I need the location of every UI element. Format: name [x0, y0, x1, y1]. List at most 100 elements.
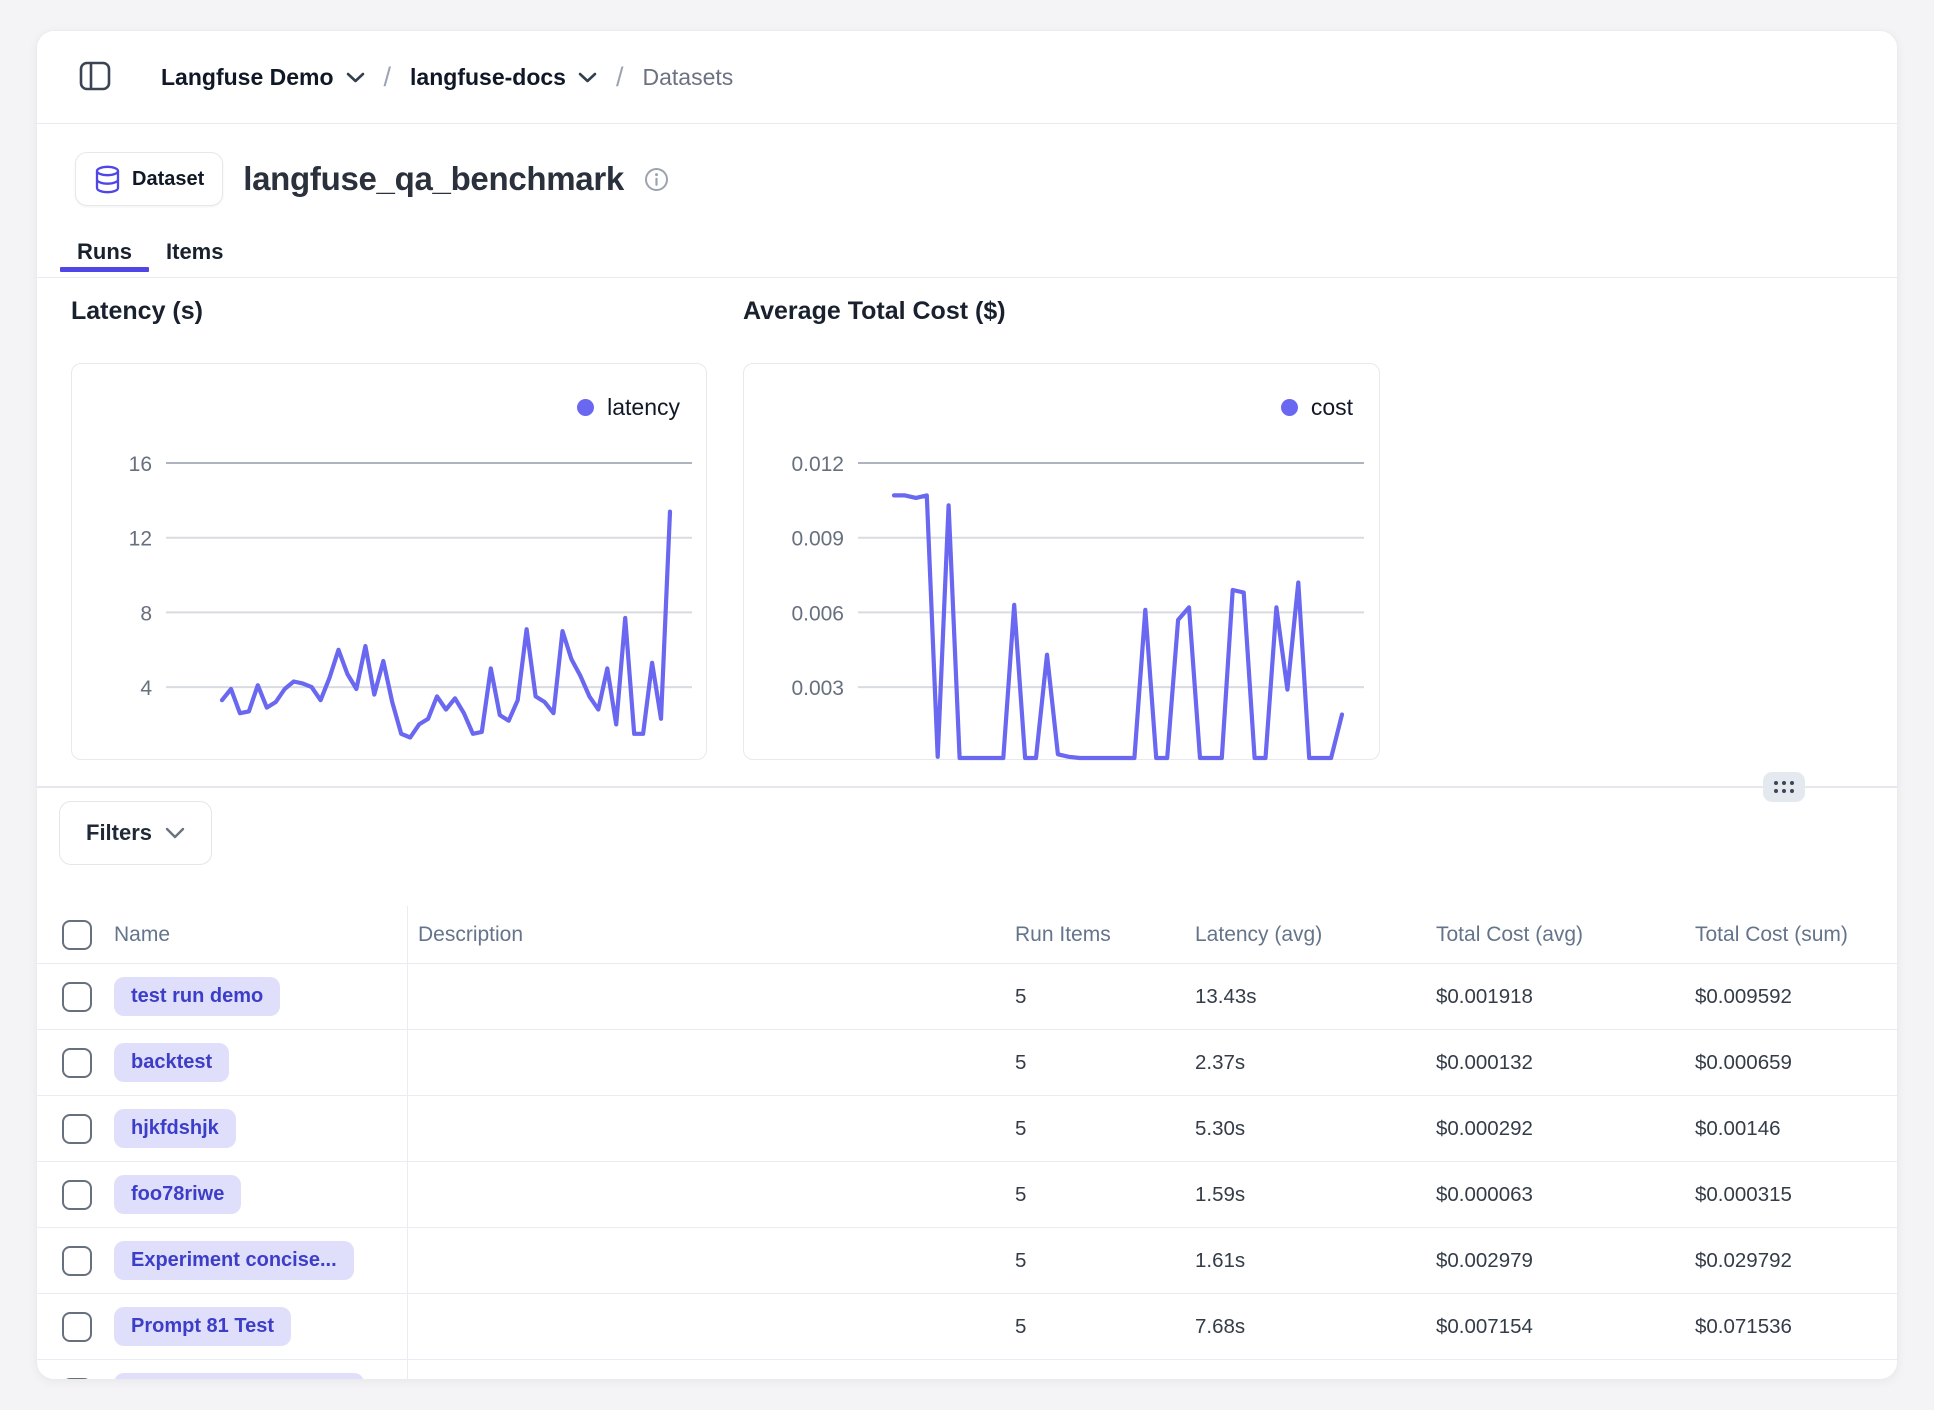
legend-label: latency	[607, 394, 680, 421]
select-all-checkbox[interactable]	[62, 920, 92, 950]
latency-avg-cell: 5.30s	[1195, 1117, 1436, 1141]
tab-runs[interactable]: Runs	[60, 227, 149, 277]
total-cost-avg-cell: $0.002979	[1436, 1249, 1695, 1273]
run-items-cell: 5	[1015, 1315, 1195, 1339]
tabs-divider	[37, 277, 1897, 278]
table-row[interactable]	[37, 1360, 1897, 1380]
tab-bar: Runs Items	[60, 227, 240, 277]
latency-avg-cell: 1.59s	[1195, 1183, 1436, 1207]
dataset-badge-label: Dataset	[132, 168, 204, 191]
run-items-cell: 5	[1015, 985, 1195, 1009]
svg-text:12: 12	[129, 528, 152, 551]
run-name-badge[interactable]: Prompt 81 Test	[114, 1307, 291, 1346]
tab-items[interactable]: Items	[149, 227, 240, 277]
row-checkbox[interactable]	[62, 1246, 92, 1276]
total-cost-sum-cell: $0.071536	[1695, 1315, 1897, 1339]
column-header-description: Description	[408, 923, 1015, 947]
svg-text:4: 4	[140, 677, 152, 700]
breadcrumb-page-datasets[interactable]: Datasets	[642, 64, 733, 91]
legend-dot-icon	[577, 399, 594, 416]
database-icon	[94, 165, 121, 194]
latency-avg-cell: 13.43s	[1195, 985, 1436, 1009]
total-cost-avg-cell: $0.001918	[1436, 985, 1695, 1009]
sidebar-toggle-button[interactable]	[75, 57, 115, 97]
row-checkbox[interactable]	[62, 1180, 92, 1210]
runs-table: Name Description Run Items Latency (avg)…	[37, 906, 1897, 1380]
run-items-cell: 5	[1015, 1117, 1195, 1141]
cost-chart: 0.012 0.009 0.006 0.003 cost	[743, 363, 1380, 760]
page-header: Dataset langfuse_qa_benchmark	[75, 152, 669, 206]
svg-text:8: 8	[140, 602, 152, 625]
column-header-latency-avg: Latency (avg)	[1195, 923, 1436, 947]
cost-legend: cost	[1281, 394, 1353, 421]
chevron-down-icon	[165, 827, 185, 839]
latency-legend: latency	[577, 394, 680, 421]
chevron-down-icon	[346, 72, 365, 83]
run-name-badge[interactable]: hjkfdshjk	[114, 1109, 236, 1148]
breadcrumb-nav: Langfuse Demo / langfuse-docs / Datasets	[161, 62, 733, 93]
table-row[interactable]: Experiment concise... 5 1.61s $0.002979 …	[37, 1228, 1897, 1294]
svg-text:0.006: 0.006	[791, 602, 844, 625]
latency-avg-cell: 7.68s	[1195, 1315, 1436, 1339]
latency-chart: 16 12 8 4 latency	[71, 363, 707, 760]
column-header-name: Name	[114, 906, 408, 963]
total-cost-sum-cell: $0.029792	[1695, 1249, 1897, 1273]
cost-line-plot: 0.012 0.009 0.006 0.003	[744, 364, 1381, 761]
row-checkbox[interactable]	[62, 1378, 92, 1381]
breadcrumb: Langfuse Demo / langfuse-docs / Datasets	[37, 31, 1897, 124]
page-title: langfuse_qa_benchmark	[243, 160, 624, 198]
row-checkbox[interactable]	[62, 1312, 92, 1342]
total-cost-sum-cell: $0.000315	[1695, 1183, 1897, 1207]
column-header-total-cost-sum: Total Cost (sum)	[1695, 923, 1897, 947]
row-checkbox[interactable]	[62, 1048, 92, 1078]
run-name-badge[interactable]: backtest	[114, 1043, 229, 1082]
app-window: Langfuse Demo / langfuse-docs / Datasets…	[36, 30, 1898, 1380]
filters-label: Filters	[86, 820, 152, 846]
drag-handle[interactable]	[1763, 772, 1805, 802]
table-row[interactable]: test run demo 5 13.43s $0.001918 $0.0095…	[37, 964, 1897, 1030]
latency-avg-cell: 1.61s	[1195, 1249, 1436, 1273]
table-header-row: Name Description Run Items Latency (avg)…	[37, 906, 1897, 964]
total-cost-sum-cell: $0.009592	[1695, 985, 1897, 1009]
breadcrumb-separator: /	[616, 62, 624, 93]
table-row[interactable]: backtest 5 2.37s $0.000132 $0.000659	[37, 1030, 1897, 1096]
svg-text:0.003: 0.003	[791, 677, 844, 700]
resize-divider	[37, 786, 1897, 788]
svg-text:16: 16	[129, 453, 152, 476]
table-row[interactable]: foo78riwe 5 1.59s $0.000063 $0.000315	[37, 1162, 1897, 1228]
column-header-total-cost-avg: Total Cost (avg)	[1436, 923, 1695, 947]
svg-text:0.012: 0.012	[791, 453, 844, 476]
row-checkbox[interactable]	[62, 982, 92, 1012]
filters-button[interactable]: Filters	[59, 801, 212, 865]
row-checkbox[interactable]	[62, 1114, 92, 1144]
total-cost-avg-cell: $0.000292	[1436, 1117, 1695, 1141]
run-name-badge[interactable]	[114, 1373, 364, 1380]
run-name-badge[interactable]: foo78riwe	[114, 1175, 241, 1214]
run-name-badge[interactable]: Experiment concise...	[114, 1241, 354, 1280]
breadcrumb-org[interactable]: Langfuse Demo	[161, 64, 365, 91]
latency-avg-cell: 2.37s	[1195, 1051, 1436, 1075]
cost-chart-title: Average Total Cost ($)	[743, 297, 1006, 326]
table-row[interactable]: Prompt 81 Test 5 7.68s $0.007154 $0.0715…	[37, 1294, 1897, 1360]
run-items-cell: 5	[1015, 1183, 1195, 1207]
legend-label: cost	[1311, 394, 1353, 421]
svg-text:0.009: 0.009	[791, 528, 844, 551]
total-cost-sum-cell: $0.00146	[1695, 1117, 1897, 1141]
dataset-type-badge: Dataset	[75, 152, 223, 206]
latency-line-plot: 16 12 8 4	[72, 364, 708, 761]
breadcrumb-project-label: langfuse-docs	[410, 64, 566, 91]
table-body: test run demo 5 13.43s $0.001918 $0.0095…	[37, 964, 1897, 1380]
total-cost-avg-cell: $0.000132	[1436, 1051, 1695, 1075]
total-cost-avg-cell: $0.007154	[1436, 1315, 1695, 1339]
run-items-cell: 5	[1015, 1249, 1195, 1273]
table-row[interactable]: hjkfdshjk 5 5.30s $0.000292 $0.00146	[37, 1096, 1897, 1162]
total-cost-sum-cell: $0.000659	[1695, 1051, 1897, 1075]
legend-dot-icon	[1281, 399, 1298, 416]
breadcrumb-project[interactable]: langfuse-docs	[410, 64, 597, 91]
panel-left-icon	[78, 59, 112, 96]
total-cost-avg-cell: $0.000063	[1436, 1183, 1695, 1207]
column-header-run-items: Run Items	[1015, 923, 1195, 947]
run-name-badge[interactable]: test run demo	[114, 977, 280, 1016]
breadcrumb-separator: /	[384, 62, 392, 93]
info-icon[interactable]	[644, 167, 669, 192]
